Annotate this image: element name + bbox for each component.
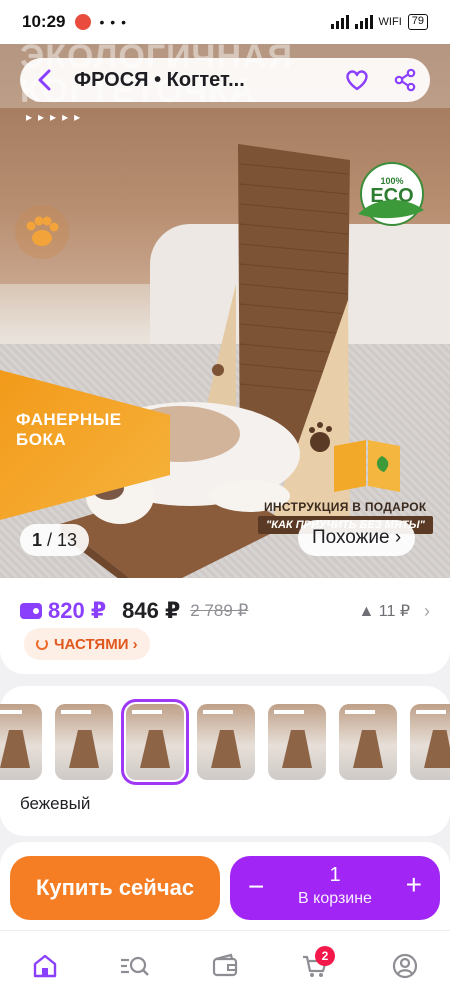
bottom-navigation: 2 (0, 930, 450, 1000)
variant-thumb[interactable] (410, 704, 450, 780)
book-icon (334, 440, 400, 492)
wifi-label: WIFI (378, 16, 402, 28)
current-price: 846 ₽ (122, 598, 181, 623)
back-arrow-icon[interactable] (32, 67, 58, 93)
cart-bar: Купить сейчас − 1 В корзине + (0, 842, 450, 930)
variant-thumb-selected[interactable] (121, 699, 189, 785)
signal-2-icon (354, 15, 373, 29)
status-indicators: WIFI 79 (330, 14, 428, 30)
variant-thumbnails (0, 699, 450, 785)
price-change[interactable]: ▲ 11 ₽ (358, 601, 410, 621)
variant-thumb[interactable] (0, 704, 42, 780)
nav-cart[interactable]: 2 (295, 945, 335, 986)
chevron-right-icon[interactable]: › (424, 601, 430, 622)
nav-profile[interactable] (385, 946, 425, 986)
installments-button[interactable]: ЧАСТЯМИ › (24, 628, 150, 660)
selected-variant-label: бежевый (20, 794, 91, 813)
pie-icon (36, 638, 48, 650)
cart-quantity-stepper: − 1 В корзине + (230, 856, 440, 920)
installments-label: ЧАСТЯМИ › (54, 635, 138, 653)
increase-quantity-button[interactable]: + (406, 870, 422, 900)
plywood-line1: ФАНЕРНЫЕ (16, 410, 122, 429)
nav-catalog[interactable] (115, 946, 155, 986)
similar-products-button[interactable]: Похожие › (298, 520, 416, 556)
wallet-icon (212, 953, 238, 976)
status-more-dots: • • • (99, 14, 127, 30)
wallet-price: 820 ₽ (48, 598, 107, 623)
variants-card: бежевый (0, 686, 450, 836)
image-counter-current: 1 (32, 530, 43, 550)
home-icon (33, 954, 57, 977)
gift-instruction-line1: ИНСТРУКЦИЯ В ПОДАРОК (264, 500, 427, 514)
status-bar: 10:29 • • • WIFI 79 (0, 0, 450, 44)
decorative-arrows: ▸▸▸▸▸ (26, 110, 87, 124)
variant-thumb[interactable] (55, 704, 113, 780)
image-counter-total: / 13 (47, 530, 78, 550)
catalog-search-icon (121, 956, 149, 976)
signal-icon (330, 15, 349, 29)
nav-home[interactable] (25, 946, 65, 986)
product-header: ФРОСЯ • Когтет... (20, 58, 430, 102)
plywood-line2: БОКА (16, 430, 67, 449)
wallet-icon (20, 603, 42, 619)
old-price: 2 789 ₽ (190, 601, 249, 620)
product-image-gallery[interactable]: ЭКОЛОГИЧНАЯ КОГТЕТОЧКА ▸▸▸▸▸ 100% ECO na… (0, 44, 450, 578)
price-row: 820 ₽ 846 ₽ 2 789 ₽ ▲ 11 ₽ › (20, 596, 430, 626)
variant-thumb[interactable] (339, 704, 397, 780)
battery-icon: 79 (407, 14, 428, 30)
cart-badge: 2 (315, 945, 335, 966)
product-title: ФРОСЯ • Когтет... (74, 68, 245, 91)
share-icon[interactable] (392, 67, 418, 93)
nav-wallet[interactable] (205, 946, 245, 986)
variant-thumb[interactable] (197, 704, 255, 780)
image-counter: 1 / 13 (20, 524, 90, 556)
buy-now-button[interactable]: Купить сейчас (10, 856, 220, 920)
favorite-heart-icon[interactable] (344, 67, 370, 93)
variant-thumb[interactable] (268, 704, 326, 780)
notification-app-icon (75, 14, 92, 30)
profile-icon (392, 953, 418, 978)
status-time: 10:29 (22, 12, 66, 31)
